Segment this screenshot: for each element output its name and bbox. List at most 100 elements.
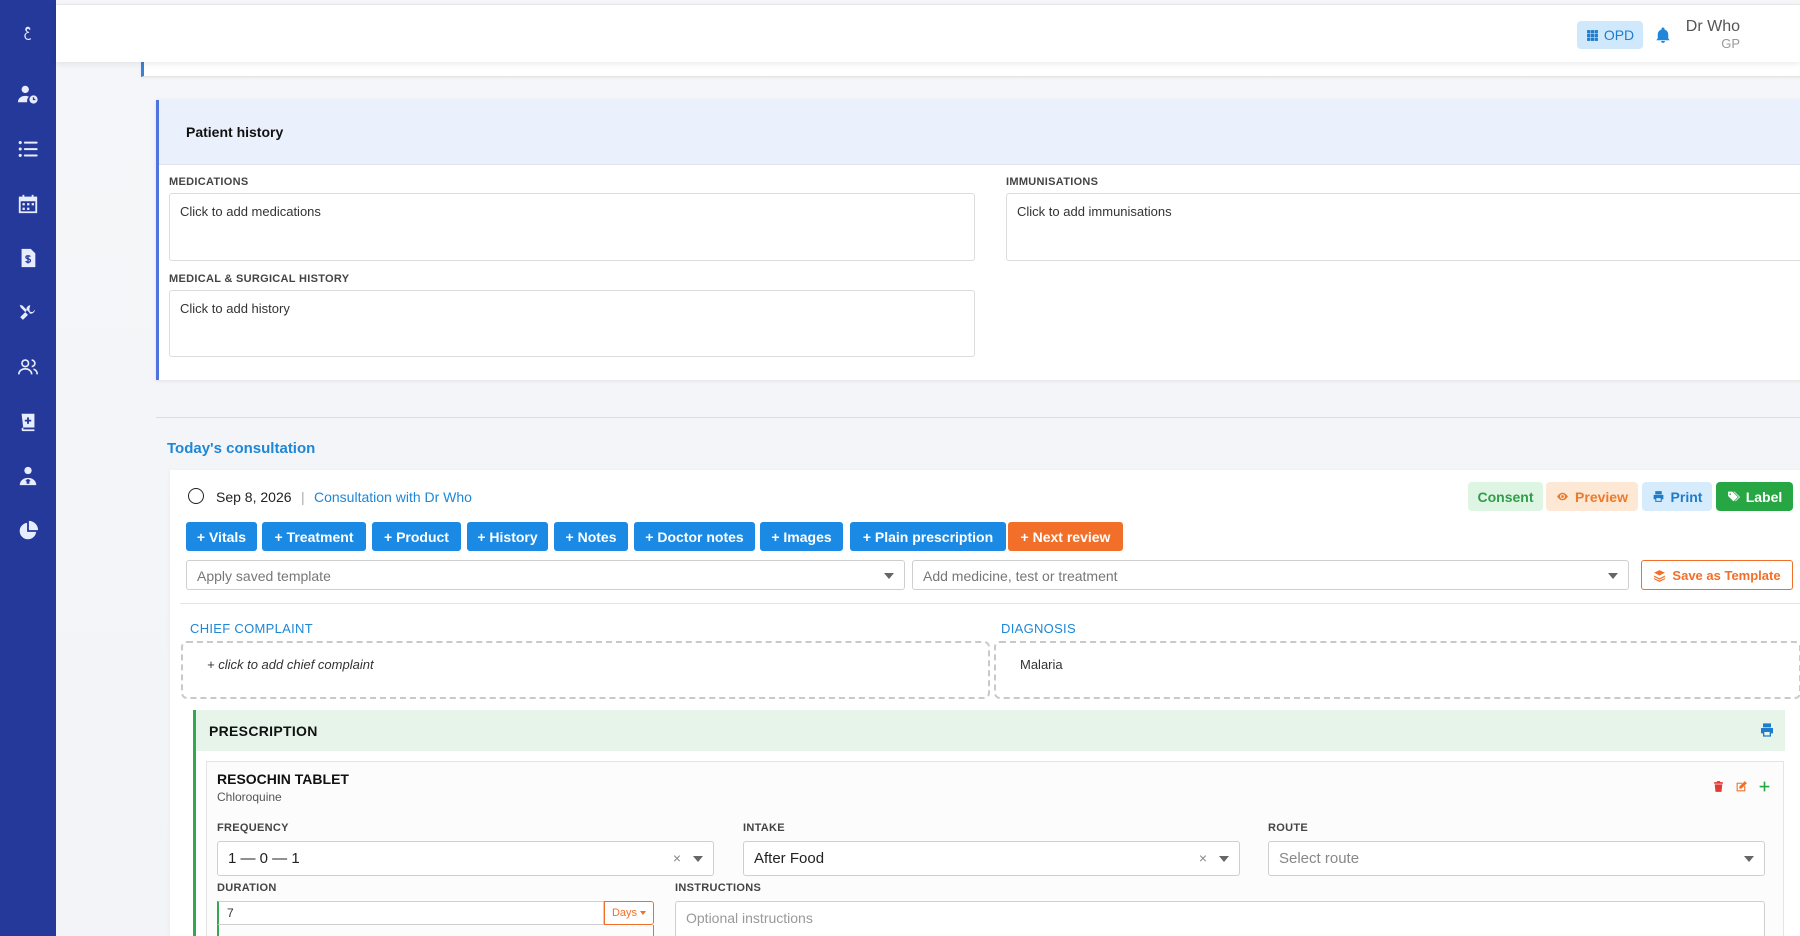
main-content: Patient history MEDICATIONS Click to add…: [56, 0, 1800, 936]
clear-icon[interactable]: ×: [1199, 850, 1207, 866]
add-vitals-button[interactable]: + Vitals: [186, 522, 257, 551]
duration-input[interactable]: 7: [217, 901, 604, 925]
preview-label: Preview: [1575, 488, 1628, 505]
list-icon[interactable]: [0, 134, 56, 164]
add-history-button[interactable]: + History: [467, 522, 548, 551]
add-doctor-notes-button[interactable]: + Doctor notes: [634, 522, 755, 551]
edit-icon[interactable]: [1735, 780, 1748, 793]
clear-icon[interactable]: ×: [673, 850, 681, 866]
staff-icon[interactable]: [0, 461, 56, 491]
add-item-placeholder: Add medicine, test or treatment: [923, 568, 1118, 584]
duration-extra-row: [217, 925, 654, 936]
chevron-down-icon: [693, 856, 703, 862]
label-button[interactable]: Label: [1716, 482, 1793, 511]
instructions-label: INSTRUCTIONS: [675, 882, 762, 894]
label-label: Label: [1745, 488, 1783, 505]
add-next-review-button[interactable]: + Next review: [1008, 522, 1123, 551]
history-label: MEDICAL & SURGICAL HISTORY: [169, 273, 350, 285]
chief-complaint-label: CHIEF COMPLAINT: [190, 621, 313, 636]
top-header: OPD Dr Who GP: [56, 4, 1800, 62]
drug-actions: [1712, 780, 1771, 793]
invoice-icon[interactable]: [0, 243, 56, 273]
divider: [156, 417, 1800, 418]
card-divider: [180, 603, 1800, 604]
preview-button[interactable]: Preview: [1546, 482, 1638, 511]
chevron-down-icon: [1744, 856, 1754, 862]
bell-icon[interactable]: [1654, 25, 1672, 45]
tags-icon: [1727, 491, 1740, 502]
frequency-select[interactable]: 1 — 0 — 1 ×: [217, 841, 714, 876]
separator: |: [301, 489, 305, 505]
intake-value: After Food: [754, 850, 825, 867]
logo-icon[interactable]: [0, 20, 56, 50]
duration-unit-label: Days: [611, 907, 638, 919]
consultation-radio[interactable]: [188, 488, 204, 504]
user-role: GP: [1721, 36, 1740, 51]
immunisations-field[interactable]: Click to add immunisations: [1006, 193, 1800, 261]
print-label: Print: [1670, 488, 1703, 505]
opd-label: OPD: [1603, 27, 1635, 43]
route-select[interactable]: Select route: [1268, 841, 1765, 876]
pie-chart-icon[interactable]: [0, 516, 56, 546]
add-notes-button[interactable]: + Notes: [554, 522, 628, 551]
duration-label: DURATION: [217, 882, 277, 894]
chevron-down-icon: [1219, 856, 1229, 862]
intake-label: INTAKE: [743, 822, 785, 834]
add-item-select[interactable]: Add medicine, test or treatment: [912, 560, 1629, 590]
calendar-icon[interactable]: [0, 189, 56, 219]
drug-generic-name: Chloroquine: [217, 790, 282, 804]
trash-icon[interactable]: [1712, 780, 1725, 793]
caret-down-icon: [640, 911, 647, 915]
instructions-input[interactable]: Optional instructions: [675, 901, 1765, 936]
sidebar: [0, 0, 56, 936]
add-product-button[interactable]: + Product: [372, 522, 461, 551]
medical-book-icon[interactable]: [0, 407, 56, 437]
immunisations-label: IMMUNISATIONS: [1006, 176, 1099, 188]
add-plain-prescription-button[interactable]: + Plain prescription: [850, 522, 1006, 551]
duration-unit-dropdown[interactable]: Days: [604, 901, 654, 925]
intake-select[interactable]: After Food ×: [743, 841, 1240, 876]
prescription-card: PRESCRIPTION RESOCHIN TABLET Chloroquine…: [193, 710, 1785, 936]
add-treatment-button[interactable]: + Treatment: [262, 522, 366, 551]
user-name[interactable]: Dr Who: [1686, 18, 1740, 36]
save-as-template-label: Save as Template: [1672, 567, 1781, 583]
diagnosis-field[interactable]: Malaria: [994, 641, 1800, 699]
todays-consultation-title: Today's consultation: [167, 440, 316, 457]
prescription-header: PRESCRIPTION: [196, 710, 1785, 751]
prescription-title: PRESCRIPTION: [209, 722, 318, 739]
add-patient-icon[interactable]: [0, 79, 56, 109]
history-field[interactable]: Click to add history: [169, 290, 975, 357]
frequency-label: FREQUENCY: [217, 822, 289, 834]
print-button[interactable]: Print: [1642, 482, 1712, 511]
printer-icon: [1653, 491, 1663, 502]
chief-complaint-field[interactable]: + click to add chief complaint: [181, 641, 990, 699]
consultation-date: Sep 8, 2026: [216, 489, 292, 505]
patient-history-title: Patient history: [159, 100, 1800, 165]
drug-item: RESOCHIN TABLET Chloroquine FREQUENCY 1 …: [206, 761, 1784, 936]
route-placeholder: Select route: [1279, 850, 1360, 867]
chevron-down-icon: [1608, 573, 1618, 579]
users-icon[interactable]: [0, 352, 56, 382]
chevron-down-icon: [884, 573, 894, 579]
save-as-template-button[interactable]: Save as Template: [1641, 560, 1793, 590]
frequency-value: 1 — 0 — 1: [228, 850, 300, 867]
medications-field[interactable]: Click to add medications: [169, 193, 975, 261]
diagnosis-label: DIAGNOSIS: [1001, 621, 1076, 636]
tools-icon[interactable]: [0, 298, 56, 328]
consultation-card: Sep 8, 2026 | Consultation with Dr Who C…: [170, 470, 1800, 936]
opd-button[interactable]: OPD: [1577, 21, 1643, 49]
patient-history-card: Patient history MEDICATIONS Click to add…: [156, 100, 1800, 380]
consent-label: Consent: [1477, 488, 1534, 505]
consultation-title[interactable]: Consultation with Dr Who: [314, 489, 472, 505]
eye-icon: [1557, 492, 1568, 501]
print-prescription-icon[interactable]: [1759, 722, 1775, 738]
add-images-button[interactable]: + Images: [760, 522, 843, 551]
plus-icon[interactable]: [1758, 780, 1771, 793]
consent-button[interactable]: Consent: [1468, 482, 1543, 511]
layers-icon: [1654, 569, 1666, 582]
saved-template-select[interactable]: Apply saved template: [186, 560, 905, 590]
medications-label: MEDICATIONS: [169, 176, 249, 188]
saved-template-placeholder: Apply saved template: [197, 568, 331, 584]
grid-icon: [1586, 29, 1598, 41]
route-label: ROUTE: [1268, 822, 1308, 834]
